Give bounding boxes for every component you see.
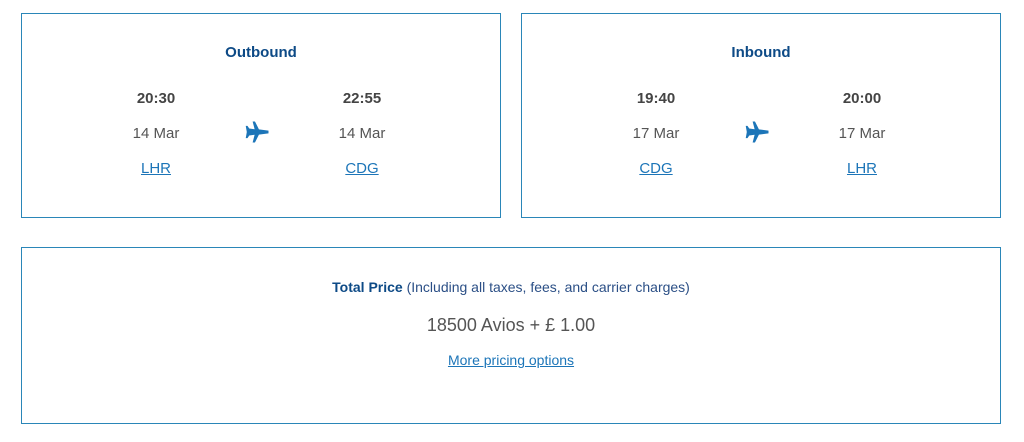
outbound-arrive-time: 22:55	[342, 90, 382, 107]
total-price-card: Total Price (Including all taxes, fees, …	[21, 247, 1001, 424]
outbound-card: Outbound 20:30 14 Mar LHR 22:55 14 Mar C…	[21, 13, 501, 218]
total-price-heading: Total Price (Including all taxes, fees, …	[22, 279, 1000, 295]
outbound-departure: 20:30 14 Mar LHR	[96, 90, 216, 178]
outbound-arrive-airport-link[interactable]: CDG	[345, 160, 378, 178]
total-price-note: (Including all taxes, fees, and carrier …	[406, 279, 690, 295]
inbound-depart-airport-link[interactable]: CDG	[639, 160, 672, 178]
more-pricing-options-link[interactable]: More pricing options	[448, 352, 574, 368]
inbound-depart-time: 19:40	[636, 90, 676, 107]
inbound-departure: 19:40 17 Mar CDG	[596, 90, 716, 178]
outbound-arrival: 22:55 14 Mar CDG	[302, 90, 422, 178]
outbound-depart-time: 20:30	[136, 90, 176, 107]
inbound-arrival: 20:00 17 Mar LHR	[802, 90, 922, 178]
total-price-value: 18500 Avios + £ 1.00	[426, 315, 596, 335]
inbound-depart-date: 17 Mar	[632, 125, 680, 142]
inbound-card: Inbound 19:40 17 Mar CDG 20:00 17 Mar LH…	[521, 13, 1001, 218]
inbound-arrive-date: 17 Mar	[838, 125, 886, 142]
flight-summary-page: Outbound 20:30 14 Mar LHR 22:55 14 Mar C…	[0, 0, 1024, 442]
inbound-arrive-airport-link[interactable]: LHR	[847, 160, 877, 178]
outbound-arrive-date: 14 Mar	[338, 125, 386, 142]
outbound-title: Outbound	[225, 44, 297, 61]
inbound-title: Inbound	[731, 44, 791, 61]
outbound-depart-date: 14 Mar	[132, 125, 180, 142]
outbound-depart-airport-link[interactable]: LHR	[141, 160, 171, 178]
airplane-icon	[245, 121, 269, 143]
total-price-label: Total Price	[332, 279, 403, 295]
more-pricing-options: More pricing options	[22, 352, 1000, 368]
inbound-arrive-time: 20:00	[842, 90, 882, 107]
airplane-icon	[745, 121, 769, 143]
